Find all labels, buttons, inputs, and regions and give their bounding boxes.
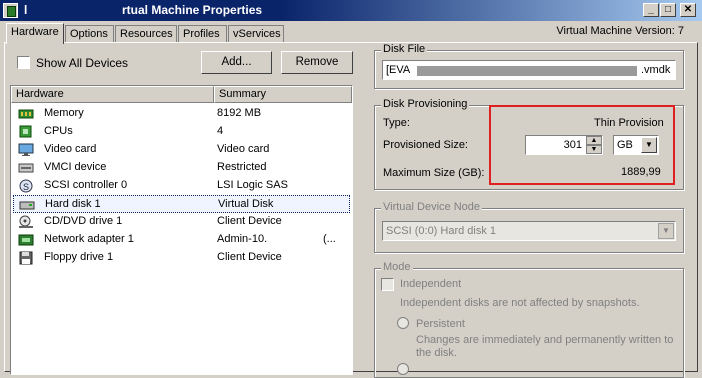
disk-icon: [19, 198, 35, 212]
floppy-icon: [18, 251, 34, 265]
hardware-name: CPUs: [44, 125, 73, 137]
tab-options[interactable]: Options: [65, 25, 114, 43]
disk-file-field[interactable]: [EVA .vmdk: [382, 60, 676, 80]
device-icon: [18, 161, 34, 175]
memory-icon: [18, 107, 34, 121]
show-all-devices-label: Show All Devices: [36, 56, 129, 70]
hardware-summary: Client Device: [217, 215, 282, 227]
svg-text:S: S: [23, 182, 29, 192]
list-item[interactable]: Memory 8192 MB: [13, 105, 350, 123]
hardware-summary: Admin-10.: [217, 233, 268, 245]
independent-description: Independent disks are not affected by sn…: [400, 297, 640, 309]
vdn-legend: Virtual Device Node: [381, 201, 483, 213]
list-item[interactable]: CD/DVD drive 1 Client Device: [13, 213, 350, 231]
vdn-select[interactable]: SCSI (0:0) Hard disk 1 ▼: [382, 221, 676, 241]
vm-version-label: Virtual Machine Version: 7: [556, 25, 684, 37]
list-item[interactable]: CPUs 4: [13, 123, 350, 141]
vdn-value: SCSI (0:0) Hard disk 1: [386, 225, 497, 237]
cpu-icon: [18, 125, 34, 139]
cd-icon: [18, 215, 34, 229]
chevron-down-icon[interactable]: ▼: [658, 223, 674, 239]
list-item[interactable]: Network adapter 1 Admin-10. (...: [13, 231, 350, 249]
hardware-summary: 8192 MB: [217, 107, 262, 119]
scsi-icon: S: [18, 179, 34, 193]
highlight-box: [489, 105, 675, 185]
close-button[interactable]: ✕: [680, 3, 696, 17]
disk-file-end: .vmdk: [641, 64, 671, 76]
hardware-name: Floppy drive 1: [44, 251, 114, 263]
list-item[interactable]: S SCSI controller 0 LSI Logic SAS: [13, 177, 350, 195]
tab-profiles[interactable]: Profiles: [178, 25, 227, 43]
disk-file-start: [EVA: [386, 64, 411, 76]
network-icon: [18, 233, 34, 247]
column-hardware[interactable]: Hardware: [11, 86, 214, 103]
add-button[interactable]: Add...: [201, 51, 272, 74]
title-fragment: l: [24, 3, 28, 17]
hardware-name: Hard disk 1: [45, 198, 101, 210]
type-label: Type:: [383, 117, 410, 129]
hardware-summary: 4: [217, 125, 224, 137]
independent-label: Independent: [400, 278, 462, 290]
hardware-extra: (...: [323, 233, 336, 245]
hardware-summary: Restricted: [217, 161, 267, 173]
hardware-summary: LSI Logic SAS: [217, 179, 288, 191]
max-size-label: Maximum Size (GB):: [383, 167, 485, 179]
hardware-summary: Client Device: [217, 251, 282, 263]
window-title: rtual Machine Properties: [122, 3, 263, 17]
hardware-summary: Video card: [217, 143, 270, 155]
tab-hardware[interactable]: Hardware: [6, 23, 64, 44]
hardware-name: VMCI device: [44, 161, 107, 173]
monitor-icon: [18, 143, 34, 157]
redacted-path: [417, 66, 637, 76]
hardware-name: CD/DVD drive 1: [44, 215, 123, 227]
list-item[interactable]: VMCI device Restricted: [13, 159, 350, 177]
persistent-radio[interactable]: [397, 317, 409, 329]
tab-resources[interactable]: Resources: [115, 25, 177, 43]
provisioned-size-label: Provisioned Size:: [383, 139, 468, 151]
maximize-button[interactable]: □: [660, 3, 676, 17]
hardware-name: SCSI controller 0: [44, 179, 128, 191]
list-header: Hardware Summary: [11, 86, 352, 103]
list-item[interactable]: Video card Video card: [13, 141, 350, 159]
hardware-name: Network adapter 1: [44, 233, 134, 245]
nonpersistent-radio[interactable]: [397, 363, 409, 375]
column-summary[interactable]: Summary: [214, 86, 352, 103]
persistent-label: Persistent: [416, 318, 465, 330]
tab-vservices[interactable]: vServices: [228, 25, 284, 43]
independent-checkbox[interactable]: [381, 278, 394, 291]
hardware-summary: Virtual Disk: [218, 198, 274, 210]
title-bar: l rtual Machine Properties _ □ ✕: [0, 0, 702, 21]
disk-provisioning-legend: Disk Provisioning: [381, 98, 470, 110]
list-item[interactable]: Floppy drive 1 Client Device: [13, 249, 350, 267]
persistent-description: Changes are immediately and permanently …: [416, 334, 674, 359]
remove-button[interactable]: Remove: [281, 51, 353, 74]
hardware-list: Hardware Summary Memory 8192 MB CPUs 4 V…: [10, 85, 353, 375]
list-item-selected[interactable]: Hard disk 1 Virtual Disk: [13, 195, 350, 213]
hardware-name: Video card: [44, 143, 97, 155]
show-all-devices-checkbox[interactable]: [17, 56, 30, 69]
mode-legend: Mode: [381, 261, 413, 273]
disk-file-legend: Disk File: [381, 43, 428, 55]
hardware-name: Memory: [44, 107, 84, 119]
vm-icon: [3, 3, 18, 18]
minimize-button[interactable]: _: [643, 3, 659, 17]
